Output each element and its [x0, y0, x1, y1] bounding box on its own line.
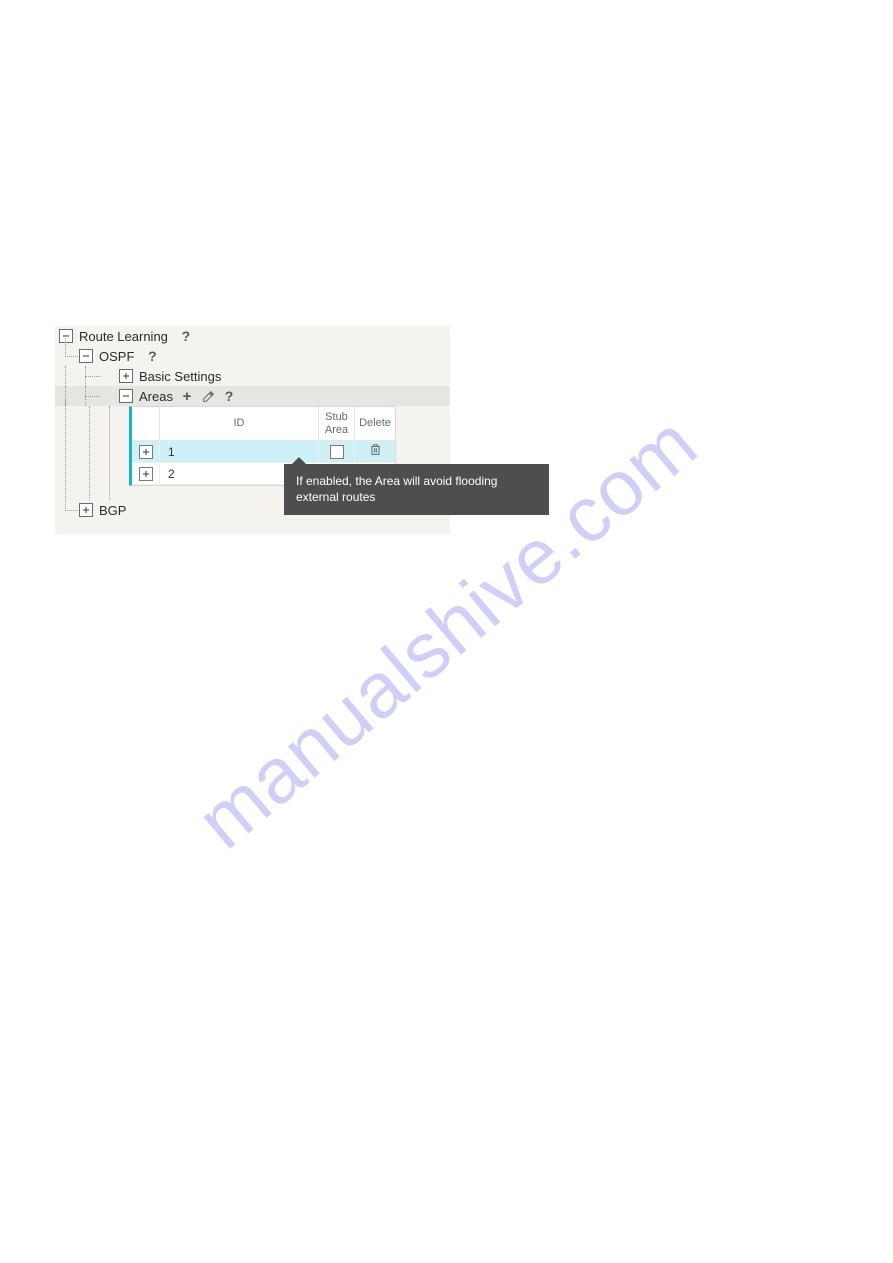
tree-item-basic-settings[interactable]: Basic Settings [55, 366, 450, 386]
expand-icon[interactable] [119, 369, 133, 383]
add-area-button[interactable]: + [179, 388, 195, 404]
bgp-label: BGP [99, 503, 126, 518]
collapse-icon[interactable] [79, 349, 93, 363]
col-expand [132, 407, 160, 441]
table-row[interactable]: 1 [132, 441, 395, 463]
help-icon[interactable]: ? [178, 328, 194, 344]
route-learning-label: Route Learning [79, 329, 168, 344]
expand-icon[interactable] [79, 503, 93, 517]
col-stub-area: Stub Area [319, 407, 355, 441]
ospf-label: OSPF [99, 349, 134, 364]
scrollbar[interactable] [438, 326, 450, 446]
table-header: ID Stub Area Delete [132, 407, 395, 441]
basic-settings-label: Basic Settings [139, 369, 221, 384]
help-icon[interactable]: ? [144, 348, 160, 364]
edit-area-button[interactable] [201, 388, 217, 404]
expand-icon[interactable] [139, 467, 153, 481]
tree-item-areas[interactable]: Areas + ? [55, 386, 450, 406]
col-id: ID [160, 407, 319, 441]
collapse-icon[interactable] [119, 389, 133, 403]
col-delete: Delete [355, 407, 395, 441]
areas-label: Areas [139, 389, 173, 404]
tree-item-route-learning[interactable]: Route Learning ? [55, 326, 450, 346]
tooltip: If enabled, the Area will avoid flooding… [284, 464, 549, 515]
stub-area-checkbox[interactable] [330, 445, 344, 459]
tree-item-ospf[interactable]: OSPF ? [55, 346, 450, 366]
help-icon[interactable]: ? [221, 388, 237, 404]
delete-row-button[interactable] [369, 443, 382, 460]
expand-icon[interactable] [139, 445, 153, 459]
